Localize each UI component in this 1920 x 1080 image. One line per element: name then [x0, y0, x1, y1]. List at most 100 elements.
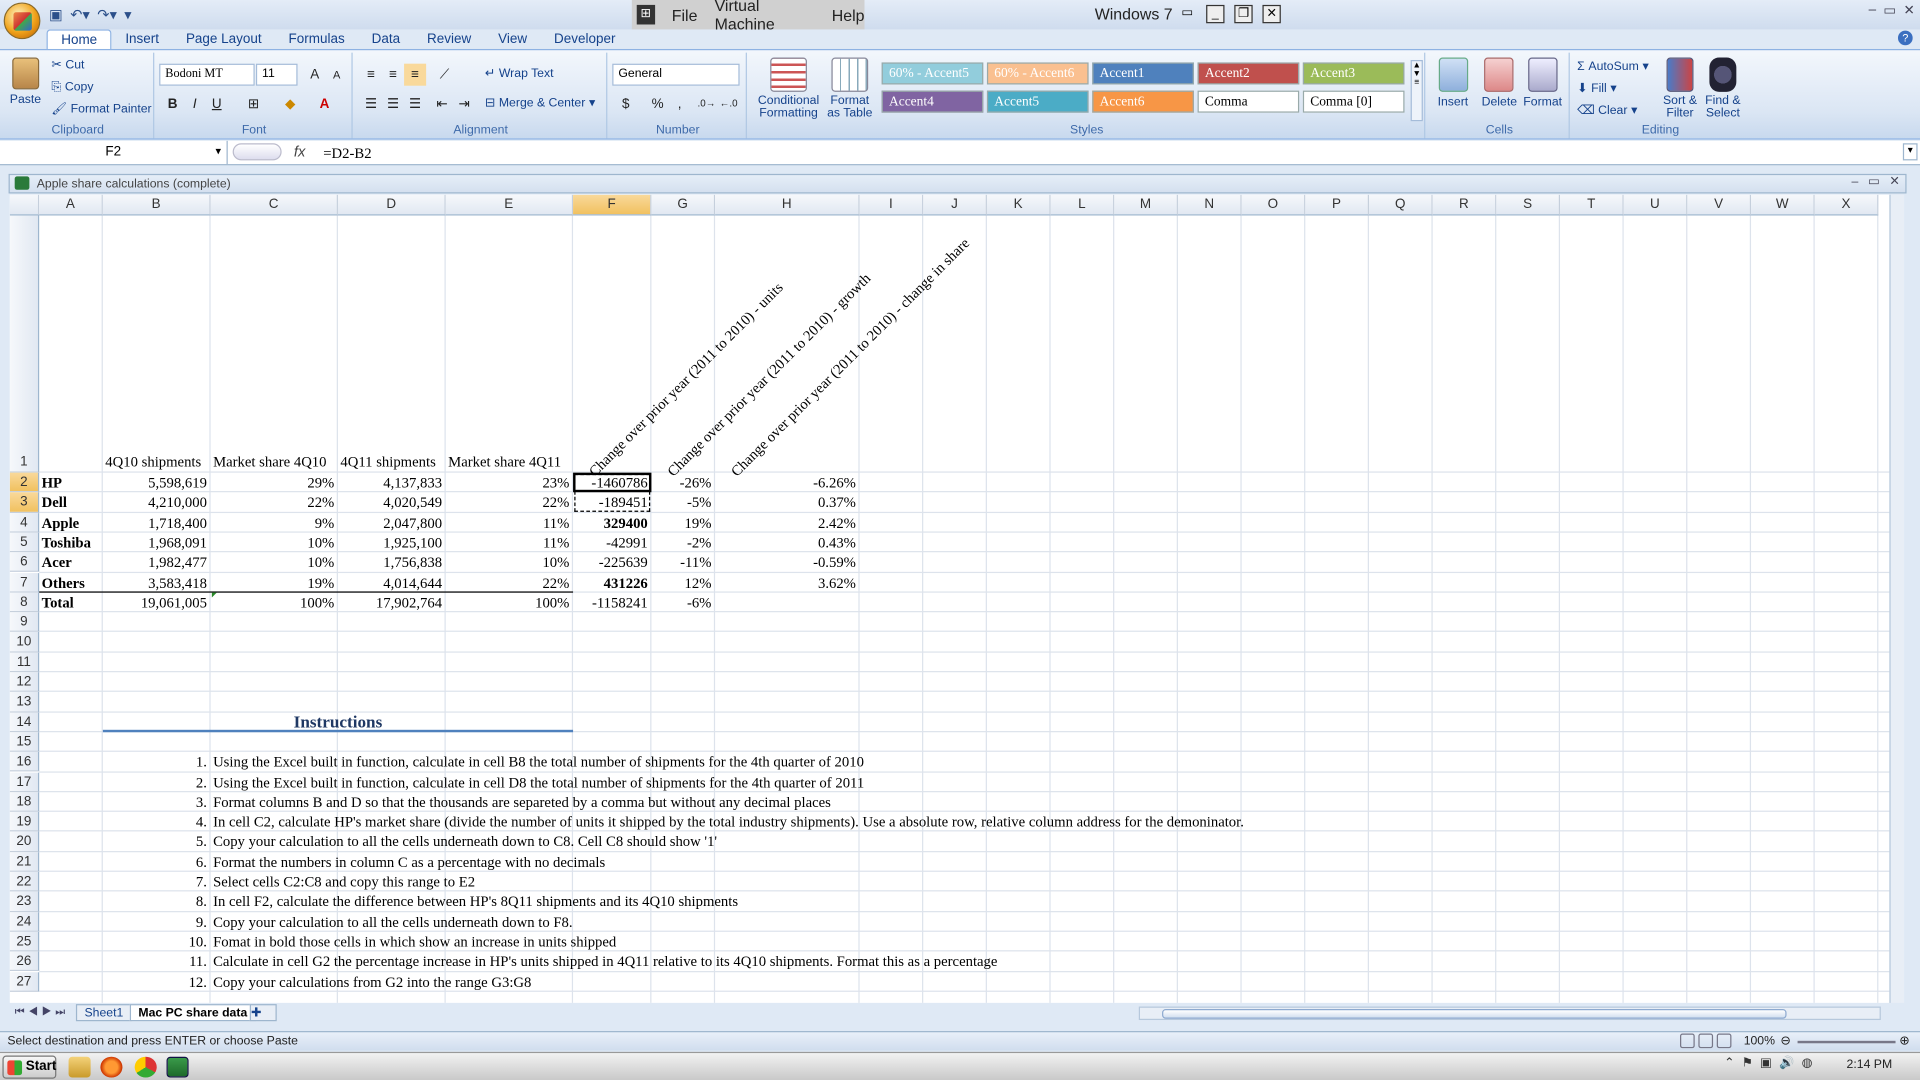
row-header[interactable]: 24 — [9, 911, 40, 932]
fill-color-icon[interactable]: ◆ — [279, 93, 301, 115]
column-header[interactable]: S — [1496, 194, 1561, 216]
column-header[interactable]: Q — [1368, 194, 1433, 216]
format-cells-button[interactable]: Format — [1523, 57, 1562, 109]
app-restore-icon[interactable]: ▭ — [1883, 2, 1896, 19]
vm-menu-virtual-machine[interactable]: Virtual Machine — [715, 0, 815, 33]
page-layout-view-icon[interactable] — [1698, 1033, 1714, 1049]
table-cell[interactable]: 19% — [654, 513, 711, 533]
decrease-decimal-icon[interactable]: ←.0 — [718, 93, 740, 115]
column-header[interactable]: J — [923, 194, 987, 216]
pin-icon[interactable]: ⊞ — [636, 4, 655, 25]
instruction-number[interactable]: 12. — [103, 972, 207, 992]
table-cell[interactable]: 11% — [448, 533, 569, 553]
instruction-number[interactable]: 7. — [103, 872, 207, 892]
row-header[interactable]: 22 — [9, 871, 40, 892]
spreadsheet-grid[interactable]: A B C D E F G H I J K L M N O P Q R S T U V W X 1 2 3 4 5 6 7 8 9 10 11 12 1… — [9, 194, 1890, 1003]
zoom-slider[interactable] — [1797, 1040, 1896, 1044]
cell-style-item[interactable]: Accent5 — [986, 90, 1089, 113]
cell-style-item[interactable]: Accent1 — [1092, 62, 1194, 85]
table-cell[interactable]: 4,014,644 — [340, 572, 442, 592]
cut-button[interactable]: ✂ Cut — [51, 59, 84, 72]
normal-view-icon[interactable] — [1680, 1033, 1695, 1049]
table-cell[interactable]: -0.59% — [718, 552, 856, 572]
tab-developer[interactable]: Developer — [541, 29, 629, 49]
customize-qat-icon[interactable]: ▾ — [124, 6, 131, 23]
flag-icon[interactable]: ⚑ — [1742, 1057, 1753, 1070]
instruction-number[interactable]: 8. — [103, 892, 207, 912]
row-header[interactable]: 26 — [9, 951, 40, 972]
font-size-select[interactable]: 11 — [255, 63, 298, 86]
align-right-icon[interactable]: ☰ — [404, 93, 426, 115]
align-left-icon[interactable]: ☰ — [360, 93, 382, 115]
table-cell[interactable]: 0.37% — [718, 493, 856, 513]
insert-sheet-icon[interactable]: ✚ — [249, 1004, 277, 1022]
instruction-text[interactable]: Using the Excel built in function, calcu… — [213, 772, 864, 792]
table-cell[interactable]: 1,968,091 — [105, 533, 207, 553]
instruction-number[interactable]: 5. — [103, 832, 207, 852]
column-header[interactable]: W — [1751, 194, 1815, 216]
row-header[interactable]: 5 — [9, 532, 40, 553]
column-header[interactable]: X — [1814, 194, 1879, 216]
tab-formulas[interactable]: Formulas — [275, 29, 358, 49]
redo-icon[interactable]: ↷▾ — [97, 6, 117, 23]
select-all-corner[interactable] — [9, 194, 40, 216]
insert-cells-button[interactable]: Insert — [1438, 57, 1468, 109]
cell-style-item[interactable]: Accent4 — [881, 90, 984, 113]
instruction-text[interactable]: Select cells C2:C8 and copy this range t… — [213, 872, 475, 892]
column-header[interactable]: P — [1305, 194, 1369, 216]
instruction-text[interactable]: Copy your calculation to all the cells u… — [213, 912, 573, 932]
security-icon[interactable]: ◍ — [1802, 1057, 1813, 1070]
column-header[interactable]: C — [210, 194, 338, 216]
row-header[interactable]: 12 — [9, 672, 40, 693]
horizontal-scroll-thumb[interactable] — [1162, 1008, 1787, 1019]
currency-button[interactable]: $ — [615, 93, 637, 115]
zoom-in-icon[interactable]: ⊕ — [1899, 1032, 1909, 1052]
table-cell[interactable]: 100% — [213, 592, 334, 612]
instruction-text[interactable]: In cell F2, calculate the difference bet… — [213, 892, 738, 912]
paste-button[interactable]: Paste — [10, 57, 41, 107]
table-cell[interactable]: 2.42% — [718, 513, 856, 533]
zoom-out-icon[interactable]: ⊖ — [1780, 1032, 1790, 1052]
autosum-button[interactable]: Σ AutoSum ▾ — [1577, 60, 1648, 73]
align-center-icon[interactable]: ☰ — [382, 93, 404, 115]
tray-expand-icon[interactable]: ⌃ — [1724, 1057, 1734, 1070]
row-header[interactable]: 4 — [9, 512, 40, 533]
row-header[interactable]: 18 — [9, 792, 40, 812]
row-header[interactable]: 17 — [9, 772, 40, 793]
table-cell[interactable]: -225639 — [576, 552, 648, 572]
row-header[interactable]: 14 — [9, 712, 40, 733]
table-cell[interactable]: 3,583,418 — [105, 572, 207, 592]
bold-button[interactable]: B — [162, 93, 184, 115]
column-header[interactable]: F — [573, 194, 652, 216]
instruction-number[interactable]: 1. — [103, 752, 207, 772]
tab-review[interactable]: Review — [414, 29, 485, 49]
instruction-number[interactable]: 11. — [103, 952, 207, 972]
table-cell[interactable]: 10% — [213, 533, 334, 553]
table-cell[interactable]: 431226 — [576, 572, 648, 592]
row-header[interactable]: 7 — [9, 572, 40, 593]
number-format-select[interactable]: General — [612, 63, 740, 86]
folder-icon[interactable] — [68, 1056, 91, 1078]
column-title[interactable]: 4Q11 shipments — [340, 452, 442, 472]
doc-close-icon[interactable]: ✕ — [1889, 175, 1899, 188]
table-cell[interactable]: -42991 — [576, 533, 648, 553]
table-cell[interactable]: 2,047,800 — [340, 513, 442, 533]
column-header[interactable]: N — [1177, 194, 1242, 216]
format-as-table-button[interactable]: Format as Table — [823, 57, 877, 120]
insert-function-button[interactable]: fx — [294, 143, 305, 160]
instruction-number[interactable]: 6. — [103, 852, 207, 872]
cell-style-item[interactable]: Comma [0] — [1302, 90, 1405, 113]
row-label[interactable]: Acer — [42, 552, 100, 572]
column-title[interactable]: 4Q10 shipments — [105, 452, 207, 472]
table-cell[interactable]: 3.62% — [718, 572, 856, 592]
table-cell[interactable]: -6.26% — [718, 473, 856, 493]
column-title-rotated[interactable]: Change over prior year (2011 to 2010) - … — [727, 234, 973, 480]
fill-button[interactable]: ⬇ Fill ▾ — [1577, 82, 1616, 95]
copy-button[interactable]: ⎘ Copy — [51, 81, 93, 94]
table-cell[interactable]: 1,982,477 — [105, 552, 207, 572]
doc-minimize-icon[interactable]: – — [1851, 175, 1858, 188]
column-header[interactable]: U — [1623, 194, 1688, 216]
row-header[interactable]: 25 — [9, 931, 40, 952]
find-select-button[interactable]: Find & Select — [1702, 57, 1744, 120]
table-cell[interactable]: 4,137,833 — [340, 473, 442, 493]
